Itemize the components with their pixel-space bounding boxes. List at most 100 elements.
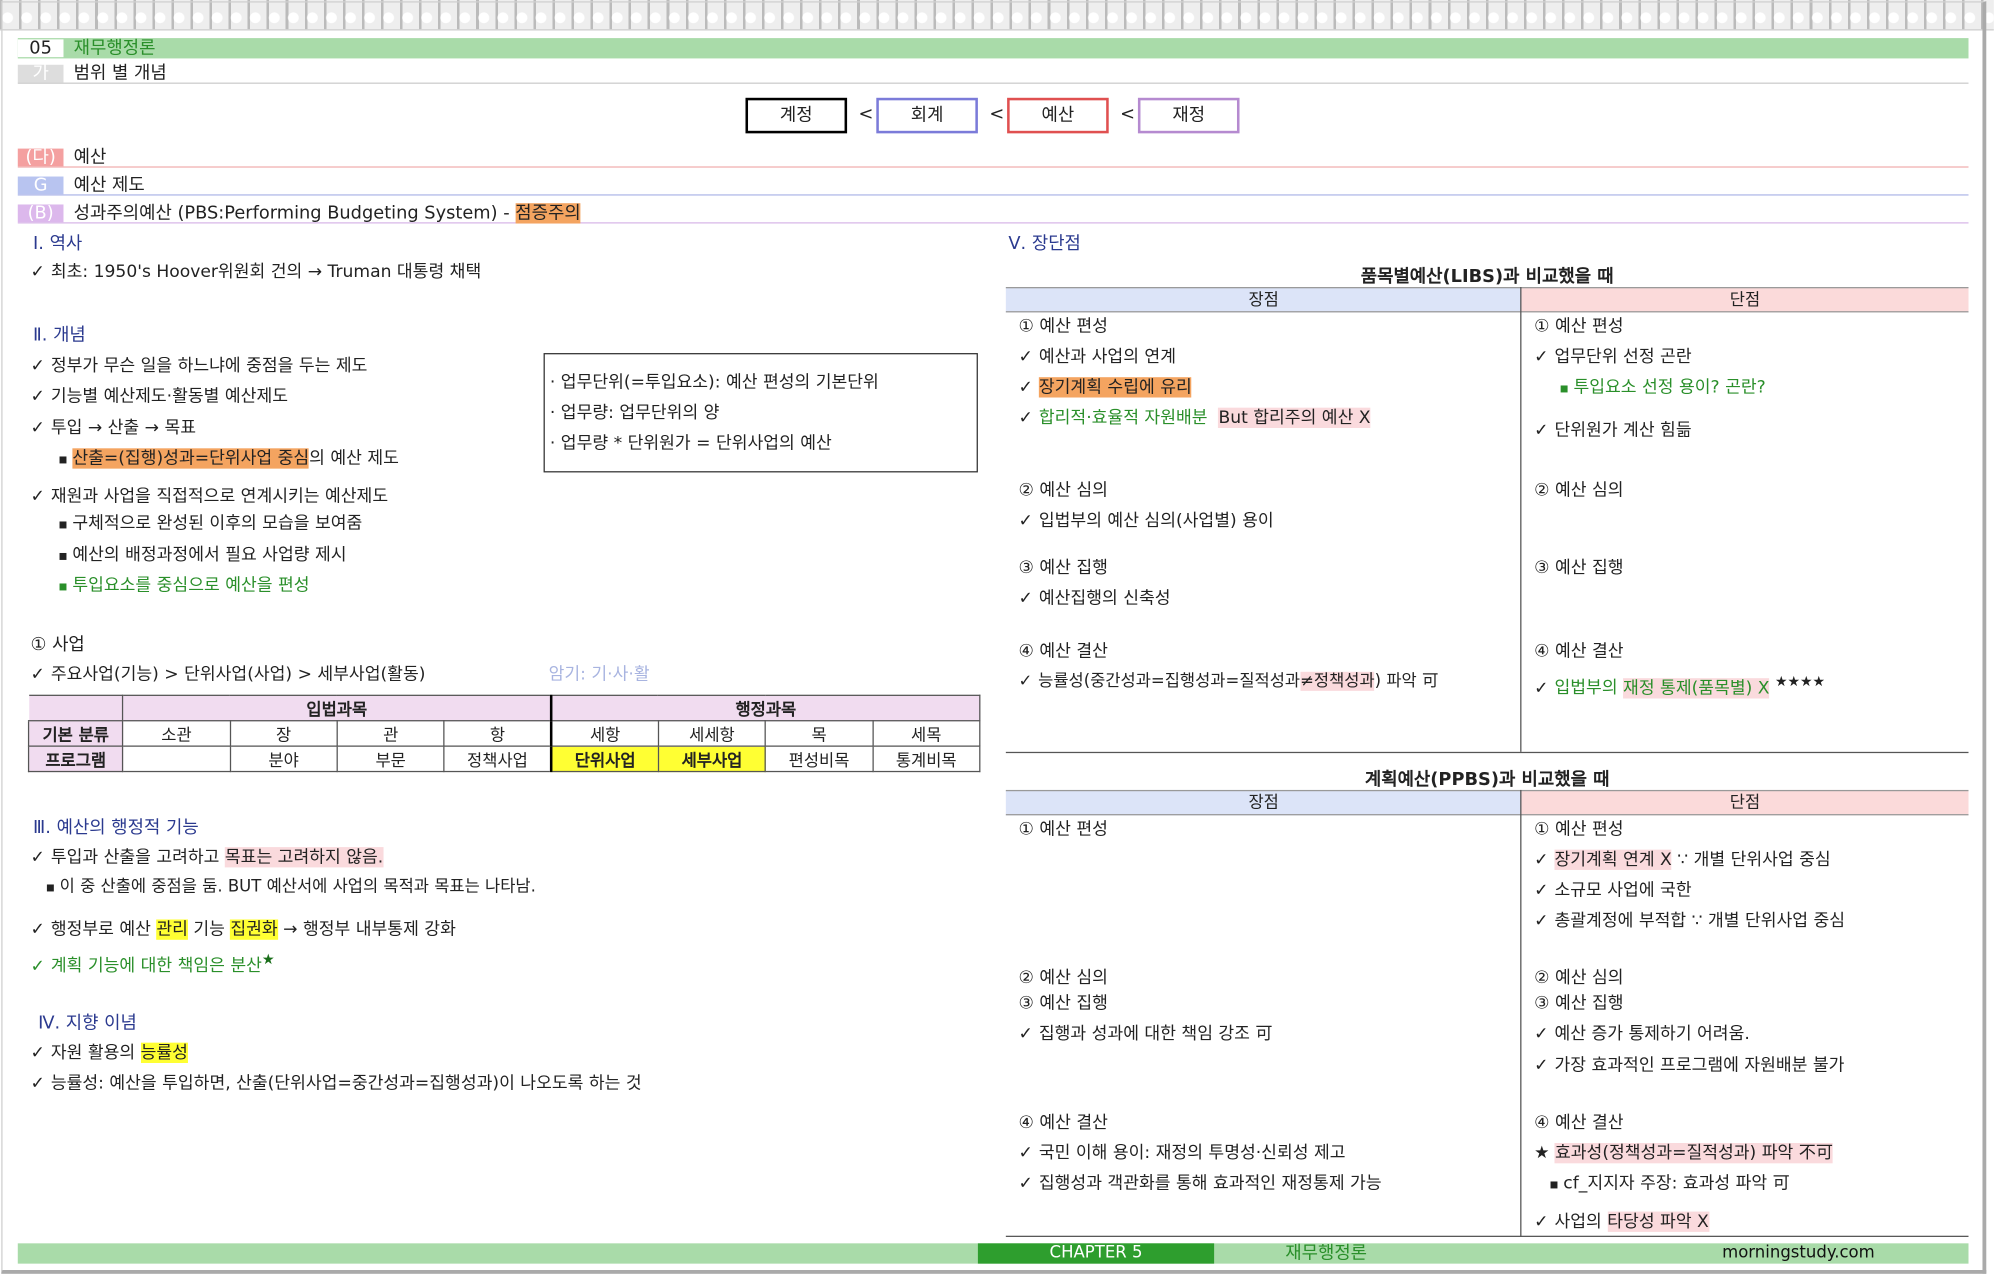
c1-pro-h1: ① 예산 편성 [1018,316,1108,337]
table-cell: 항 [443,720,553,747]
c2-pro-l1: 집행과 성과에 대한 책임 강조 可 [1019,1022,1273,1045]
c2-con-l4: 예산 증가 통제하기 어려움. [1534,1022,1749,1045]
c1-pro-l3a: 합리적·효율적 자원배분 [1038,407,1208,428]
c2-con-l8b: 타당성 파악 X [1607,1211,1709,1232]
scope-box-accounting: 회계 [876,97,978,134]
c2-con-l5: 가장 효과적인 프로그램에 자원배분 불가 [1534,1054,1844,1077]
ideal-line-2: 능률성: 예산을 투입하면, 산출(단위사업=중간성과=집행성과)이 나오도록 … [30,1072,642,1095]
section-g-title: 예산 제도 [73,174,145,195]
section-b-num: (B) [17,203,64,222]
footer-title: 재무행정론 [1285,1243,1368,1264]
scope-box-budget: 예산 [1007,97,1109,134]
business-memo: 암기: 기·사·활 [548,664,650,685]
chapter-title: 재무행정론 [73,38,156,59]
admin-line-2-hl2: 집권화 [230,919,278,940]
c1-con-l4b: 재정 통제(품목별) X [1623,677,1770,698]
footer-chapter: CHAPTER 5 [977,1243,1215,1264]
chapter-bar: 05 재무행정론 [17,38,1969,59]
c2-pro-l2: 국민 이해 용이: 재정의 투명성·신뢰성 제고 [1019,1142,1346,1165]
table-cell: 편성비목 [764,745,874,773]
concept-bullet-1: 구체적으로 완성된 이후의 모습을 보여줌 [58,512,362,536]
c1-pro-l2: 장기계획 수립에 유리 [1019,376,1192,399]
star-rating-icon: ★★★★ [1774,673,1826,690]
admin-line-2-c: → 행정부 내부통제 강화 [277,919,456,940]
table-cell: 세목 [871,720,981,747]
admin-line-2-b: 기능 [187,919,231,940]
admin-line-1-text: 투입과 산출을 고려하고 [50,847,225,868]
c1-pro-h4: ④ 예산 결산 [1018,641,1108,662]
c2-con-l1: 장기계획 연계 X ∵ 개별 단위사업 중심 [1534,848,1831,871]
admin-title: Ⅲ. 예산의 행정적 기능 [33,817,199,839]
scope-sep-2: < [989,104,1005,125]
concept-bullet-green: 투입요소를 중심으로 예산을 편성 [58,574,309,598]
scope-sep-1: < [858,104,874,125]
sub-number: 가 [17,64,64,82]
c1-con-h2: ② 예산 심의 [1534,480,1624,501]
concept-bullet-rest: 의 예산 제도 [309,448,399,469]
table-group-row: 입법과목 행정과목 [28,694,981,722]
c1-pro-l3: 합리적·효율적 자원배분 But 합리주의 예산 X [1019,406,1371,429]
c2-con-l7: cf_지지자 주장: 효과성 파악 可 [1549,1172,1789,1196]
c2-con-h3: ③ 예산 집행 [1534,993,1624,1014]
table-cell [122,745,231,773]
c1-pro-h2: ② 예산 심의 [1018,480,1108,501]
c1-pro-l4: 입법부의 예산 심의(사업별) 용이 [1019,509,1274,532]
table-cell: 분야 [229,745,338,773]
group-legislative: 입법과목 [122,694,553,722]
c2-pro-h4: ④ 예산 결산 [1018,1112,1108,1133]
row-label-program: 프로그램 [27,745,124,773]
section-b: (B) 성과주의예산 (PBS:Performing Budgeting Sys… [17,202,1969,224]
table-row-program: 프로그램 분야 부문 정책사업 단위사업 세부사업 편성비목 통계비목 [27,745,981,773]
c1-con-l4a: 입법부의 [1554,677,1624,698]
compare2-pro-header: 장점 [1005,789,1522,816]
footer-site: morningstudy.com [1722,1243,1875,1263]
table-row-basic: 기본 분류 소관 장 관 항 세항 세세항 목 세목 [27,720,981,747]
workload-box-line-2: · 업무량: 업무단위의 양 [549,402,720,423]
pros-cons-title: Ⅴ. 장단점 [1008,233,1081,254]
admin-line-2-a: 행정부로 예산 [50,919,157,940]
ideal-line-1: 자원 활용의 능률성 [30,1041,188,1064]
business-title: ① 사업 [30,635,85,656]
c2-con-h1: ① 예산 편성 [1534,819,1624,840]
c1-pro-l2-text: 장기계획 수립에 유리 [1038,377,1192,398]
c1-pro-l5: 예산집행의 신축성 [1019,587,1171,610]
c1-con-l1: 업무단위 선정 곤란 [1534,345,1691,368]
history-title: Ⅰ. 역사 [33,233,83,254]
c2-pro-h3: ③ 예산 집행 [1018,993,1108,1014]
admin-bullet: 이 중 산출에 중점을 둠. BUT 예산서에 사업의 목적과 목표는 나타남. [46,876,536,899]
table-cell: 소관 [122,720,231,747]
c1-pro-l6a: 능률성(중간성과=집행성과=질적성과 [1038,671,1301,691]
admin-line-1: 투입과 산출을 고려하고 목표는 고려하지 않음. [30,846,384,869]
c2-pro-h2: ② 예산 심의 [1018,967,1108,989]
page: 05 재무행정론 가 범위 별 개념 계정 < 회계 < 예산 < 재정 (다)… [0,0,1994,1280]
section-da: (다) 예산 [17,147,1969,168]
compare1-divider [1520,287,1522,752]
business-line: 주요사업(기능) > 단위사업(사업) > 세부사업(활동) [30,663,426,686]
table-cell: 부문 [336,745,445,773]
section-b-highlight: 점증주의 [515,202,581,223]
section-g-num: G [17,176,64,194]
compare2-divider [1520,789,1522,1237]
c2-con-l8: 사업의 타당성 파악 X [1534,1210,1709,1233]
star-icon: ★ [261,951,275,968]
c1-pro-l6b: ≠정책성과 [1300,671,1375,691]
c1-pro-l6c: ) 파악 可 [1374,671,1439,691]
workload-box-line-1: · 업무단위(=투입요소): 예산 편성의 기본단위 [549,372,879,393]
table-cell: 통계비목 [871,745,981,773]
scope-box-finance: 재정 [1137,97,1240,134]
table-cell: 목 [764,720,874,747]
admin-line-3-text: 계획 기능에 대한 책임은 분산 [50,955,262,976]
c2-con-h2: ② 예산 심의 [1534,967,1624,989]
c1-con-l3: 단위원가 계산 힘듦 [1534,419,1691,442]
c2-pro-l3: 집행성과 객관화를 통해 효과적인 재정통제 가능 [1019,1172,1382,1195]
sub-title: 범위 별 개념 [73,62,167,84]
c2-con-l3: 총괄계정에 부적합 ∵ 개별 단위사업 중심 [1534,909,1845,932]
c2-con-l1b: ∵ 개별 단위사업 중심 [1671,849,1831,870]
c2-pro-h1: ① 예산 편성 [1018,819,1108,840]
group-administrative: 행정과목 [550,694,981,722]
classification-table: 입법과목 행정과목 기본 분류 소관 장 관 항 세항 세세항 목 세목 프로그… [27,694,981,773]
concept-line-4: 재원과 사업을 직접적으로 연계시키는 예산제도 [30,485,388,508]
table-cell: 정책사업 [443,745,553,773]
c2-con-l6-text: 효과성(정책성과=질적성과) 파악 不可 [1554,1143,1833,1164]
compare1-con-header: 단점 [1521,287,1969,313]
